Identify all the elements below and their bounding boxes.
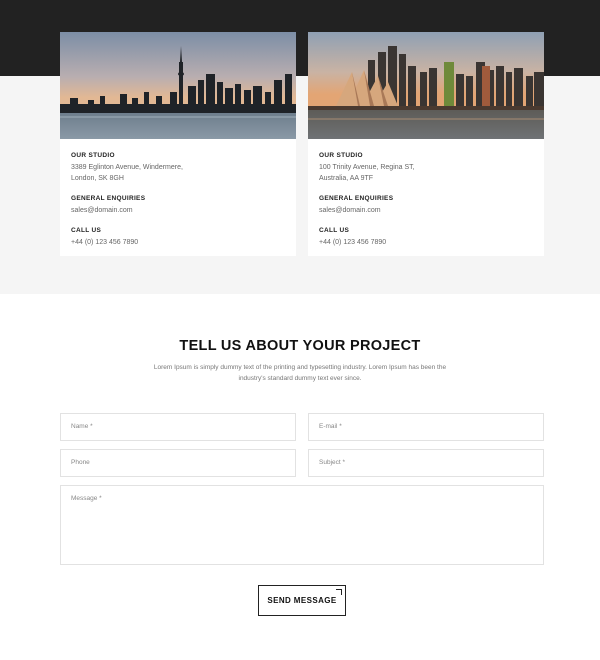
sydney-skyline-photo [308, 32, 544, 139]
subject-field[interactable]: Subject * [308, 449, 544, 477]
email-placeholder: E-mail * [319, 423, 342, 430]
message-textarea[interactable]: Message * [60, 485, 544, 565]
enquiries-email-link[interactable]: sales@domain.com [71, 205, 286, 216]
message-placeholder: Message * [71, 495, 102, 502]
studio-label: OUR STUDIO [319, 152, 363, 159]
name-placeholder: Name * [71, 423, 93, 430]
studio-address-line1: 100 Trinity Avenue, Regina ST, [319, 164, 415, 171]
location-card-australia: OUR STUDIO 100 Trinity Avenue, Regina ST… [308, 32, 544, 256]
studio-address-line1: 3389 Eglinton Avenue, Windermere, [71, 164, 183, 171]
name-field[interactable]: Name * [60, 413, 296, 441]
studio-address-line2: London, SK 8GH [71, 175, 124, 182]
enquiries-label: GENERAL ENQUIRIES [319, 195, 394, 202]
contact-subtext: Lorem Ipsum is simply dummy text of the … [153, 364, 447, 382]
toronto-skyline-photo [60, 32, 296, 139]
call-label: CALL US [319, 227, 350, 234]
contact-heading: TELL US ABOUT YOUR PROJECT [179, 338, 421, 354]
send-message-button[interactable]: SEND MESSAGE [258, 585, 346, 616]
subject-placeholder: Subject * [319, 459, 346, 466]
location-card-london: OUR STUDIO 3389 Eglinton Avenue, Winderm… [60, 32, 296, 256]
studio-address-line2: Australia, AA 9TF [319, 175, 374, 182]
corner-accent-icon [336, 589, 342, 595]
call-label: CALL US [71, 227, 102, 234]
send-message-label: SEND MESSAGE [267, 596, 337, 605]
phone-number: +44 (0) 123 456 7890 [71, 239, 139, 246]
enquiries-email-link[interactable]: sales@domain.com [319, 205, 534, 216]
phone-field[interactable]: Phone [60, 449, 296, 477]
email-field[interactable]: E-mail * [308, 413, 544, 441]
enquiries-label: GENERAL ENQUIRIES [71, 195, 146, 202]
studio-label: OUR STUDIO [71, 152, 115, 159]
phone-placeholder: Phone [71, 459, 90, 466]
phone-number: +44 (0) 123 456 7890 [319, 239, 387, 246]
